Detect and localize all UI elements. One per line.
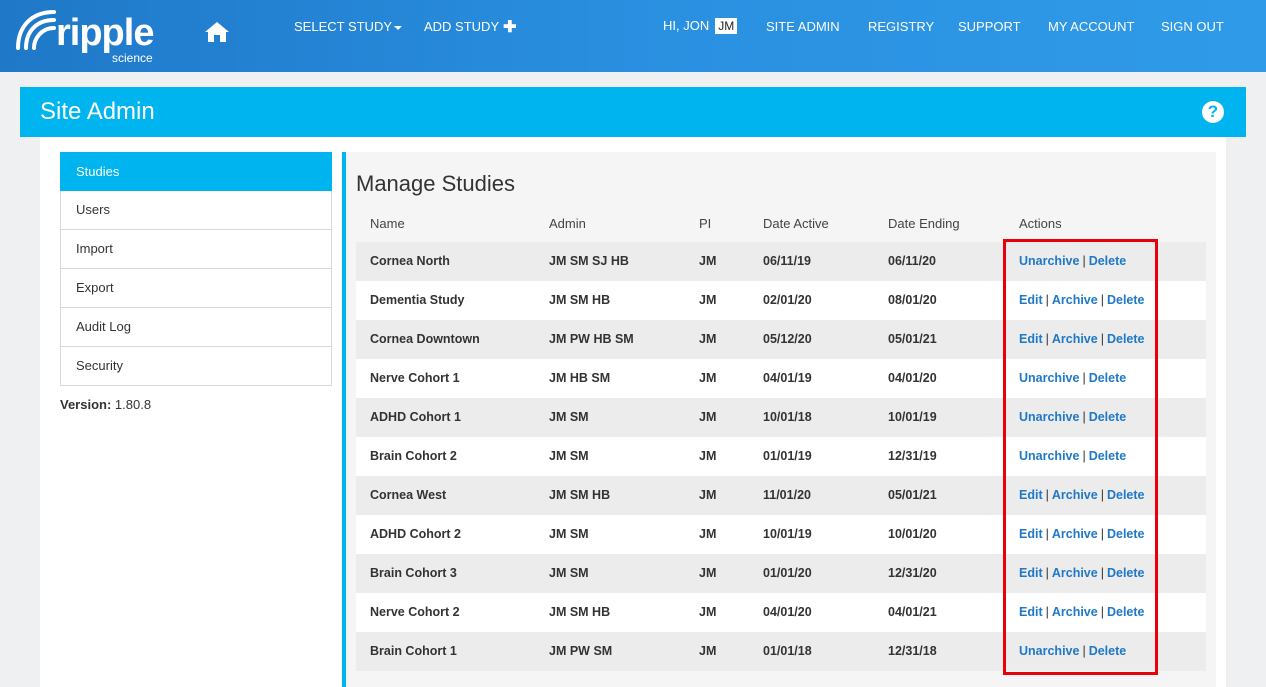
home-icon[interactable] — [204, 20, 230, 44]
pi-initials: JM — [699, 410, 717, 424]
page-header: Site Admin ? — [20, 87, 1246, 137]
admin-list: JM SM — [549, 527, 589, 541]
date-ending: 12/31/19 — [888, 449, 937, 463]
admin-list: JM SM HB — [549, 293, 611, 307]
date-ending: 12/31/20 — [888, 566, 937, 580]
study-name: Brain Cohort 1 — [370, 644, 457, 658]
add-study-label: ADD STUDY — [424, 19, 500, 34]
pi-initials: JM — [699, 644, 717, 658]
date-active: 04/01/20 — [763, 605, 812, 619]
version-value: 1.80.8 — [114, 397, 152, 412]
pi-initials: JM — [699, 449, 717, 463]
pi-initials: JM — [699, 371, 717, 385]
date-ending: 04/01/21 — [888, 605, 937, 619]
admin-list: JM SM — [549, 410, 589, 424]
admin-list: JM SM HB — [549, 488, 611, 502]
nav-support[interactable]: SUPPORT — [958, 19, 1021, 35]
study-name: Nerve Cohort 2 — [370, 605, 460, 619]
sidebar: Studies Users Import Export Audit Log Se… — [60, 152, 332, 386]
table-header: Name Admin PI Date Active Date Ending Ac… — [356, 204, 1206, 242]
date-active: 10/01/18 — [763, 410, 812, 424]
study-name: Cornea Downtown — [370, 332, 480, 346]
admin-list: JM PW HB SM — [549, 332, 634, 346]
sidebar-item-studies[interactable]: Studies — [60, 152, 332, 191]
logo-wordmark: ripple — [56, 12, 154, 54]
logo-subtitle: science — [112, 51, 153, 65]
column-header-name: Name — [370, 216, 405, 231]
date-ending: 06/11/20 — [888, 254, 936, 268]
study-name: ADHD Cohort 2 — [370, 527, 461, 541]
pi-initials: JM — [699, 566, 717, 580]
admin-list: JM SM SJ HB — [549, 254, 629, 268]
help-icon[interactable]: ? — [1202, 101, 1224, 123]
column-header-actions: Actions — [1019, 216, 1062, 231]
study-name: Brain Cohort 2 — [370, 449, 457, 463]
column-header-admin: Admin — [549, 216, 586, 231]
page-title: Site Admin — [40, 98, 155, 125]
date-ending: 10/01/20 — [888, 527, 937, 541]
date-ending: 05/01/21 — [888, 332, 937, 346]
version-label: Version: — [60, 397, 112, 412]
plus-icon: ✚ — [503, 19, 517, 36]
date-active: 05/12/20 — [763, 332, 812, 346]
date-ending: 10/01/19 — [888, 410, 937, 424]
study-name: ADHD Cohort 1 — [370, 410, 461, 424]
column-header-date-active: Date Active — [763, 216, 829, 231]
section-title: Manage Studies — [356, 171, 515, 196]
version-info: Version: 1.80.8 — [60, 397, 151, 412]
column-header-pi: PI — [699, 216, 712, 231]
actions-highlight-box — [1003, 239, 1158, 675]
pi-initials: JM — [699, 293, 717, 307]
sidebar-item-security[interactable]: Security — [60, 347, 332, 386]
date-ending: 04/01/20 — [888, 371, 937, 385]
date-active: 01/01/18 — [763, 644, 812, 658]
user-greeting[interactable]: HI, JON JM — [663, 18, 738, 34]
top-navbar: ripple science SELECT STUDY ADD STUDY ✚ H… — [0, 0, 1266, 72]
date-active: 06/11/19 — [763, 254, 811, 268]
date-active: 04/01/19 — [763, 371, 812, 385]
select-study-menu[interactable]: SELECT STUDY — [294, 19, 403, 35]
admin-list: JM SM HB — [549, 605, 611, 619]
nav-my-account[interactable]: MY ACCOUNT — [1048, 19, 1134, 35]
date-ending: 08/01/20 — [888, 293, 937, 307]
ripple-waves-icon — [16, 10, 56, 50]
admin-list: JM SM — [549, 566, 589, 580]
greeting-text: HI, JON — [663, 18, 710, 33]
date-active: 01/01/20 — [763, 566, 812, 580]
sidebar-item-audit-log[interactable]: Audit Log — [60, 308, 332, 347]
pi-initials: JM — [699, 332, 717, 346]
select-study-label: SELECT STUDY — [294, 19, 393, 34]
study-name: Nerve Cohort 1 — [370, 371, 460, 385]
sidebar-item-export[interactable]: Export — [60, 269, 332, 308]
date-active: 11/01/20 — [763, 488, 811, 502]
pi-initials: JM — [699, 254, 717, 268]
sidebar-item-users[interactable]: Users — [60, 191, 332, 230]
study-name: Cornea West — [370, 488, 447, 502]
study-name: Cornea North — [370, 254, 450, 268]
column-header-date-ending: Date Ending — [888, 216, 960, 231]
admin-list: JM HB SM — [549, 371, 611, 385]
nav-sign-out[interactable]: SIGN OUT — [1161, 19, 1224, 35]
date-ending: 12/31/18 — [888, 644, 937, 658]
pi-initials: JM — [699, 605, 717, 619]
nav-site-admin[interactable]: SITE ADMIN — [766, 19, 840, 35]
sidebar-item-import[interactable]: Import — [60, 230, 332, 269]
study-name: Dementia Study — [370, 293, 465, 307]
date-active: 02/01/20 — [763, 293, 812, 307]
study-name: Brain Cohort 3 — [370, 566, 457, 580]
admin-list: JM SM — [549, 449, 589, 463]
ripple-logo[interactable]: ripple science — [14, 6, 164, 66]
date-ending: 05/01/21 — [888, 488, 937, 502]
pi-initials: JM — [699, 527, 717, 541]
chevron-down-icon — [394, 25, 403, 30]
pi-initials: JM — [699, 488, 717, 502]
date-active: 01/01/19 — [763, 449, 812, 463]
nav-registry[interactable]: REGISTRY — [868, 19, 934, 35]
admin-list: JM PW SM — [549, 644, 613, 658]
date-active: 10/01/19 — [763, 527, 812, 541]
add-study-button[interactable]: ADD STUDY ✚ — [424, 19, 517, 36]
avatar: JM — [715, 18, 738, 34]
